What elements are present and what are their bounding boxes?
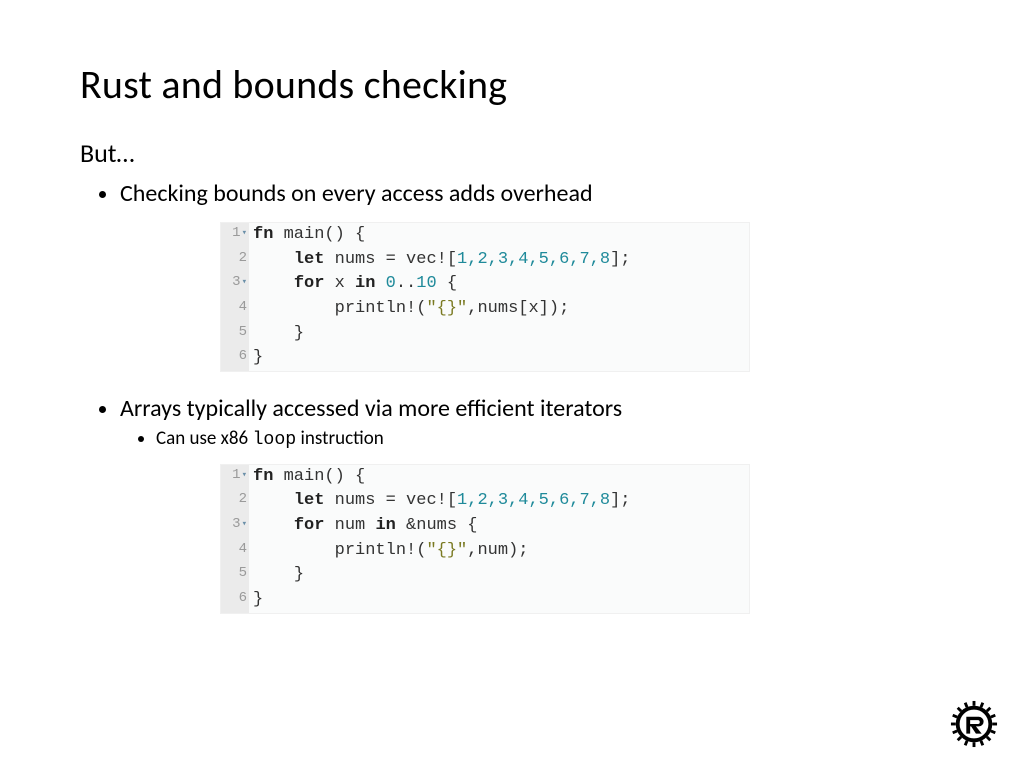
inline-code: loop [252, 430, 296, 450]
line-number: 3▾ [221, 272, 249, 297]
bullet-1: Checking bounds on every access adds ove… [120, 179, 944, 208]
rust-logo-icon [950, 700, 998, 748]
line-number: 5 [221, 322, 249, 347]
code-block-1: 1▾ fn main() { 2 let nums = vec![1,2,3,4… [220, 222, 750, 372]
line-number: 2 [221, 248, 249, 273]
bullet-2-sub: Can use x86 loop instruction [156, 427, 944, 450]
line-number: 3▾ [221, 514, 249, 539]
line-number: 1▾ [221, 465, 249, 490]
bullet-list-2: Arrays typically accessed via more effic… [98, 394, 944, 450]
line-number: 4 [221, 297, 249, 322]
line-number: 6 [221, 588, 249, 613]
slide-subtitle: But… [80, 137, 944, 169]
line-number: 2 [221, 489, 249, 514]
slide-title: Rust and bounds checking [80, 60, 944, 109]
line-number: 5 [221, 563, 249, 588]
line-number: 4 [221, 539, 249, 564]
line-number: 6 [221, 346, 249, 371]
line-number: 1▾ [221, 223, 249, 248]
bullet-2: Arrays typically accessed via more effic… [120, 394, 944, 450]
slide: Rust and bounds checking But… Checking b… [0, 0, 1024, 676]
bullet-list: Checking bounds on every access adds ove… [98, 179, 944, 208]
code-block-2: 1▾ fn main() { 2 let nums = vec![1,2,3,4… [220, 464, 750, 614]
